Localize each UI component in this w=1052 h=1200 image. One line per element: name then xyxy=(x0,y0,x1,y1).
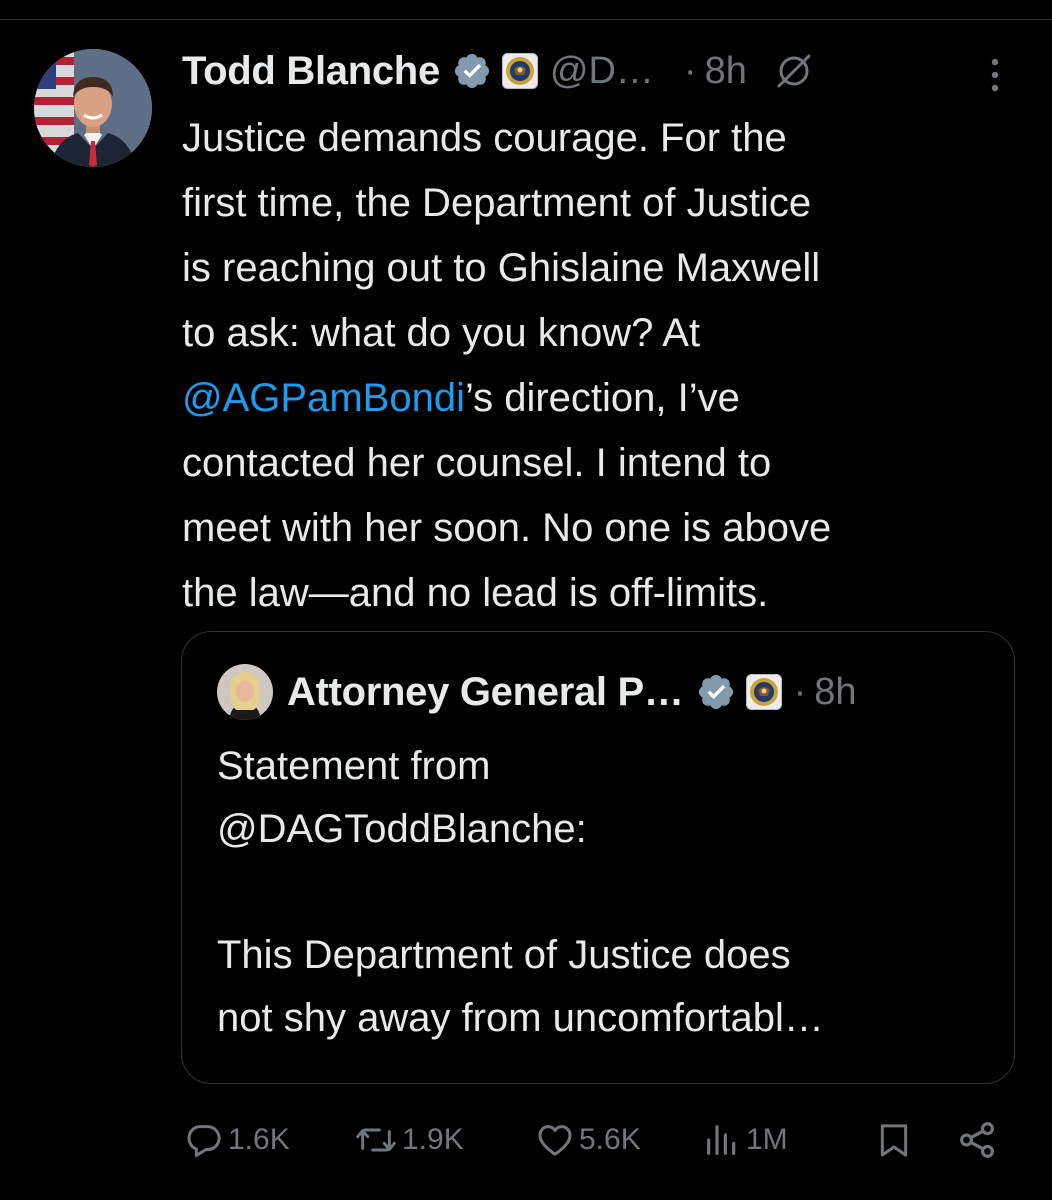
quoted-tweet-header: Attorney General P… · 8h xyxy=(217,662,857,722)
quoted-text-line: This Department of Justice does xyxy=(217,933,791,977)
repost-button[interactable]: 1.9K xyxy=(354,1115,464,1165)
quoted-time[interactable]: 8h xyxy=(814,671,856,714)
author-handle[interactable]: @D… xyxy=(550,50,654,93)
quoted-text-line: @DAGToddBlanche: xyxy=(217,807,587,851)
tweet-text-line: is reaching out to Ghislaine Maxwell xyxy=(182,246,821,290)
views-count: 1M xyxy=(746,1123,788,1156)
like-button[interactable]: 5.6K xyxy=(535,1115,641,1165)
quoted-tweet-text: Statement from @DAGToddBlanche: This Dep… xyxy=(217,735,987,1050)
top-divider xyxy=(0,19,1052,20)
quoted-text-line: not shy away from uncomfortabl… xyxy=(217,996,824,1040)
repost-icon xyxy=(356,1128,396,1152)
tweet-header: Todd Blanche @D… · 8h xyxy=(182,42,1022,100)
tweet-text-line: Justice demands courage. For the xyxy=(182,116,787,160)
verified-badge-icon[interactable] xyxy=(452,51,492,91)
like-icon xyxy=(538,1125,572,1156)
views-button[interactable]: 1M xyxy=(702,1115,788,1165)
quoted-text-line: Statement from xyxy=(217,744,491,788)
avatar[interactable] xyxy=(34,49,152,167)
more-icon[interactable] xyxy=(990,57,1000,93)
quoted-avatar[interactable] xyxy=(217,664,273,720)
tweet-text-fragment: ’s direction, I’ve xyxy=(464,376,740,420)
tweet-text-line: first time, the Department of Justice xyxy=(182,181,812,225)
reply-icon xyxy=(187,1125,221,1157)
grok-icon[interactable] xyxy=(775,52,813,90)
tweet-text-line: to ask: what do you know? At xyxy=(182,311,701,355)
like-count: 5.6K xyxy=(579,1123,641,1156)
quoted-tweet-card[interactable]: Attorney General P… · 8h Statement from … xyxy=(181,631,1015,1084)
mention-link[interactable]: @AGPamBondi xyxy=(182,376,465,420)
doj-seal-icon[interactable] xyxy=(745,674,782,710)
reply-button[interactable]: 1.6K xyxy=(184,1115,290,1165)
verified-badge-icon[interactable] xyxy=(696,672,736,712)
share-icon xyxy=(960,1122,994,1158)
time-separator: · xyxy=(683,49,697,92)
bookmark-icon xyxy=(880,1124,908,1157)
views-icon xyxy=(707,1125,736,1155)
tweet-text-line: the law—and no lead is off-limits. xyxy=(182,571,769,615)
quoted-time-separator: · xyxy=(793,670,807,713)
tweet-text-line: @AGPamBondi’s direction, I’ve xyxy=(182,366,1012,431)
reply-count: 1.6K xyxy=(228,1123,290,1156)
doj-seal-icon[interactable] xyxy=(501,53,538,89)
repost-count: 1.9K xyxy=(402,1123,464,1156)
tweet-text-line: contacted her counsel. I intend to xyxy=(182,441,772,485)
author-name[interactable]: Todd Blanche xyxy=(182,49,440,94)
tweet-text: Justice demands courage. For the first t… xyxy=(182,106,1012,626)
share-button[interactable] xyxy=(956,1115,998,1165)
bookmark-button[interactable] xyxy=(874,1115,914,1165)
tweet-time[interactable]: 8h xyxy=(705,50,747,93)
quoted-author-name[interactable]: Attorney General P… xyxy=(287,670,684,715)
tweet-actions: 1.6K 1.9K 5.6K 1M xyxy=(184,1115,1004,1165)
tweet-text-line: meet with her soon. No one is above xyxy=(182,506,832,550)
